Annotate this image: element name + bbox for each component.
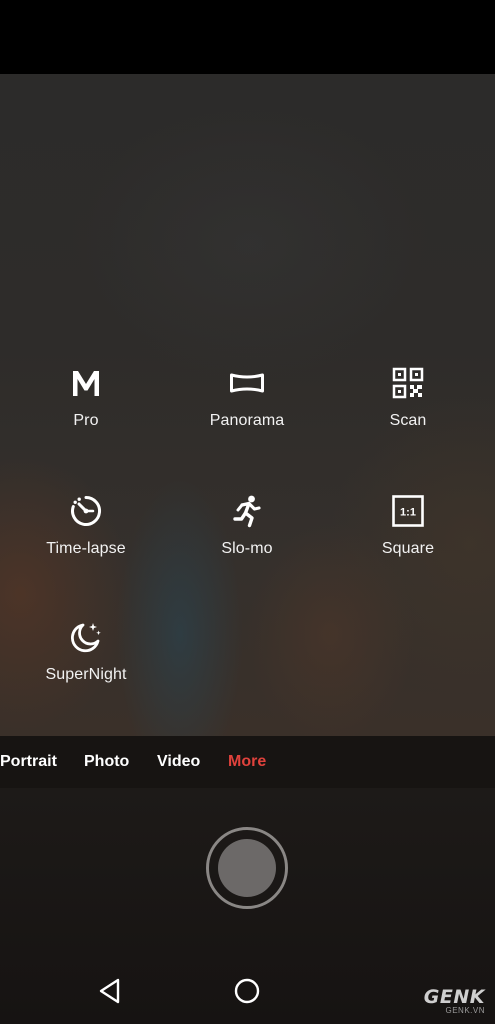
mode-panorama-label: Panorama [209,412,285,429]
qr-scan-icon [392,367,424,399]
mode-tab-strip: Portrait Photo Video More [0,736,495,788]
mode-slomo-label: Slo-mo [221,540,273,557]
shutter-core [218,839,276,897]
genk-watermark: GENK GENK.VN [424,986,485,1015]
home-circle-icon[interactable] [233,977,261,1005]
mode-pro[interactable]: Pro [16,366,156,430]
running-person-icon [233,495,261,528]
pro-m-icon [73,371,99,396]
square-ratio-text: 1:1 [400,507,416,519]
watermark-logo-text: GENK [423,986,485,1008]
square-ratio-icon: 1:1 [392,495,424,527]
mode-scan-label: Scan [389,412,427,429]
mode-pro-label: Pro [73,412,99,429]
moon-stars-icon [71,623,101,653]
tab-more[interactable]: More [228,753,266,771]
mode-supernight-label: SuperNight [45,666,127,683]
mode-supernight[interactable]: SuperNight [16,620,156,684]
panorama-icon [230,373,264,393]
back-triangle-icon[interactable] [96,976,126,1006]
mode-square[interactable]: 1:1 Square [338,494,478,558]
shutter-button[interactable] [206,827,288,909]
mode-slomo[interactable]: Slo-mo [177,494,317,558]
mode-timelapse-label: Time-lapse [46,540,126,557]
mode-panorama[interactable]: Panorama [177,366,317,430]
status-bar [0,0,495,74]
tab-photo[interactable]: Photo [84,753,129,771]
mode-scan[interactable]: Scan [338,366,478,430]
mode-timelapse[interactable]: Time-lapse [16,494,156,558]
mode-square-label: Square [381,540,435,557]
timelapse-icon [71,496,102,526]
tab-portrait[interactable]: Portrait [0,753,57,771]
tab-video[interactable]: Video [157,753,200,771]
